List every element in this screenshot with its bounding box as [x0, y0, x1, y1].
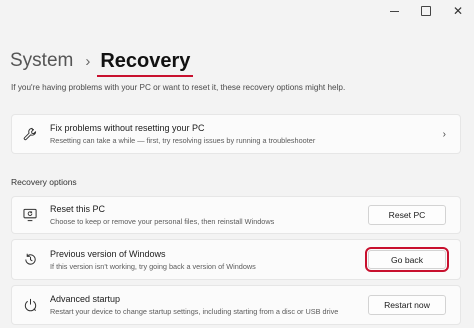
close-button[interactable]: ✕ — [442, 0, 474, 22]
fix-problems-text: Fix problems without resetting your PC R… — [50, 123, 315, 145]
previous-version-card: Previous version of Windows If this vers… — [11, 239, 461, 280]
breadcrumb-system-link[interactable]: System — [10, 50, 73, 72]
maximize-button[interactable] — [410, 0, 442, 22]
wrench-icon — [22, 126, 38, 142]
breadcrumb: System › Recovery — [10, 46, 194, 77]
previous-version-text: Previous version of Windows If this vers… — [50, 249, 256, 271]
intro-text: If you're having problems with your PC o… — [11, 83, 346, 92]
reset-pc-card: Reset this PC Choose to keep or remove y… — [11, 196, 461, 234]
minimize-button[interactable] — [378, 0, 410, 22]
advanced-startup-card: Advanced startup Restart your device to … — [11, 285, 461, 325]
reset-pc-icon — [22, 207, 38, 223]
page-title: Recovery — [97, 49, 194, 77]
history-icon — [22, 252, 38, 268]
chevron-right-icon: › — [85, 52, 91, 70]
reset-pc-text: Reset this PC Choose to keep or remove y… — [50, 204, 274, 226]
advanced-startup-text: Advanced startup Restart your device to … — [50, 294, 338, 316]
previous-version-title: Previous version of Windows — [50, 248, 166, 259]
fix-problems-card[interactable]: Fix problems without resetting your PC R… — [11, 114, 461, 154]
advanced-startup-title: Advanced startup — [50, 294, 121, 304]
restart-now-button[interactable]: Restart now — [368, 295, 446, 315]
section-label-recovery-options: Recovery options — [11, 177, 77, 187]
chevron-right-icon: › — [442, 128, 446, 140]
fix-problems-title: Fix problems without resetting your PC — [50, 123, 205, 133]
window-controls: ✕ — [378, 0, 474, 22]
reset-pc-title: Reset this PC — [50, 204, 106, 214]
advanced-startup-description: Restart your device to change startup se… — [50, 307, 339, 316]
previous-version-description: If this version isn't working, try going… — [50, 261, 256, 271]
go-back-button[interactable]: Go back — [365, 247, 449, 272]
close-icon: ✕ — [452, 4, 464, 18]
reset-pc-button[interactable]: Reset PC — [368, 205, 446, 225]
reset-pc-description: Choose to keep or remove your personal f… — [50, 217, 275, 226]
advanced-startup-icon — [22, 297, 38, 313]
fix-problems-description: Resetting can take a while — first, try … — [50, 136, 316, 145]
